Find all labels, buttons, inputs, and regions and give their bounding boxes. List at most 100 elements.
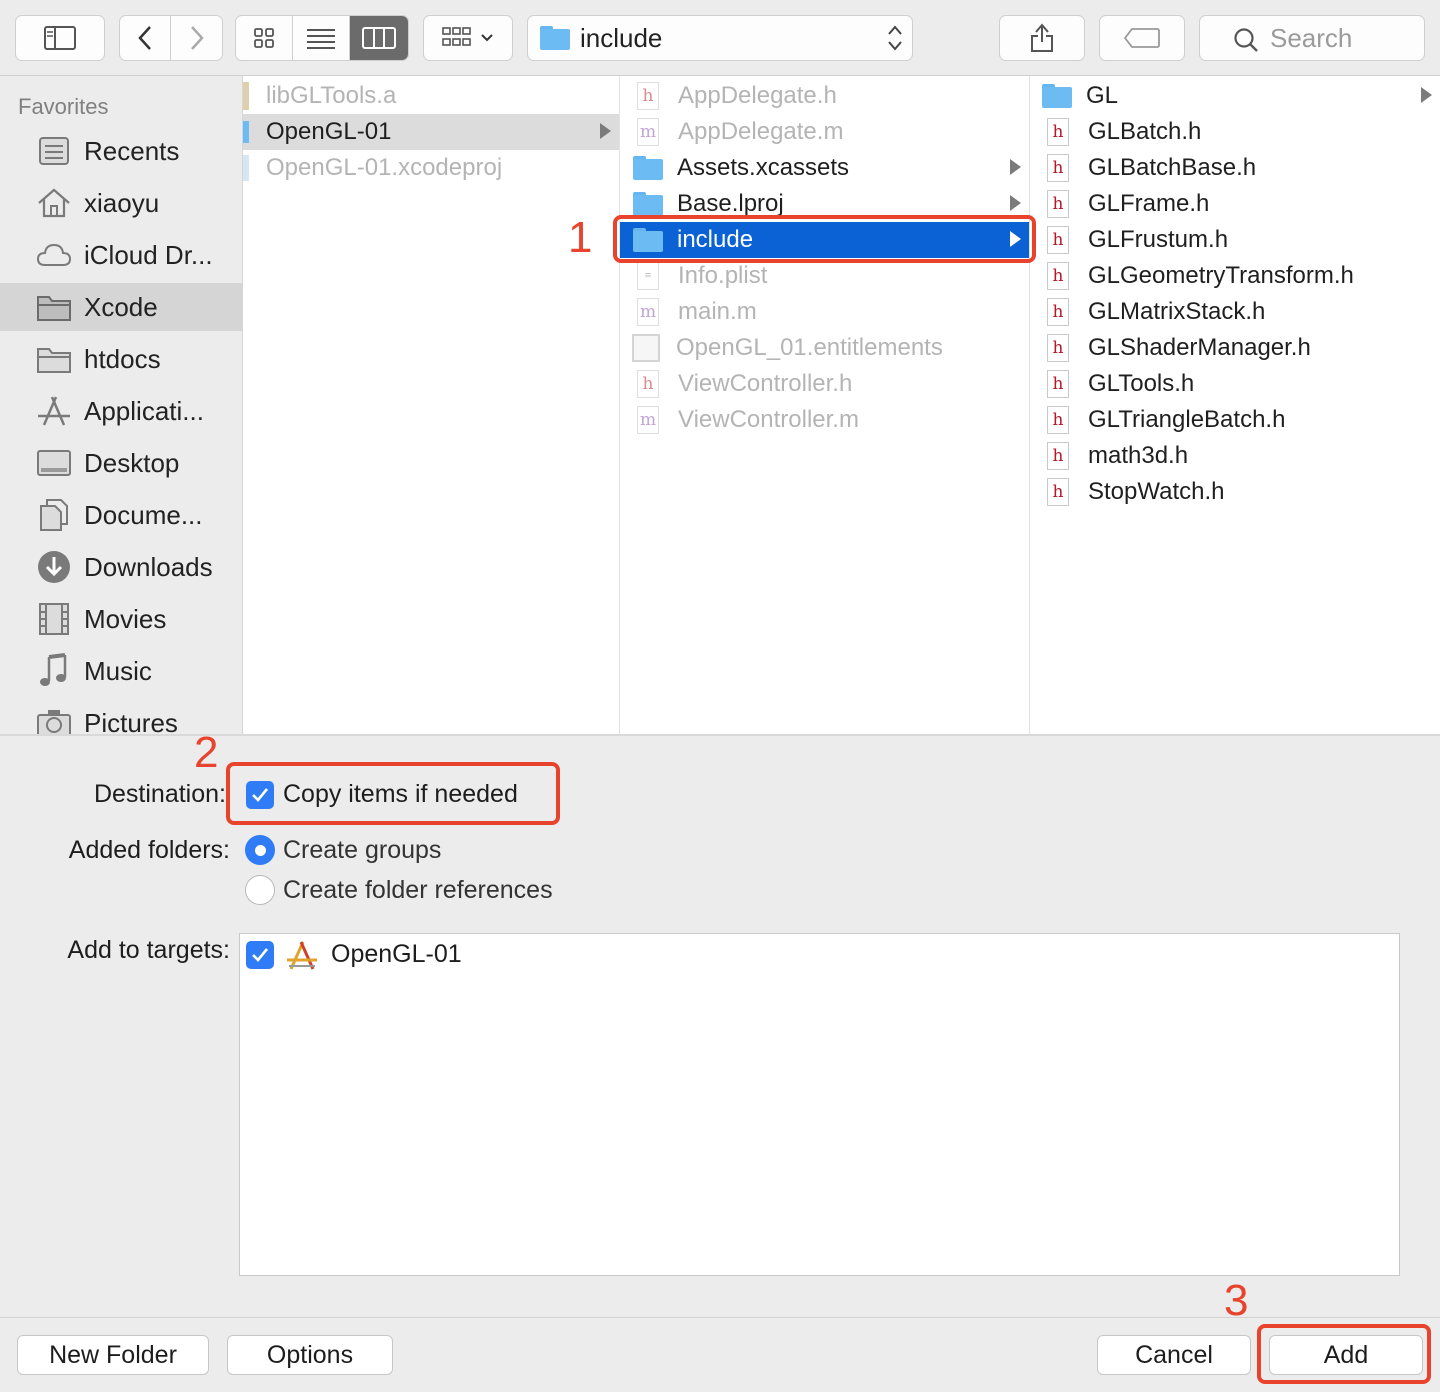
list-item[interactable]: GL <box>1030 78 1440 114</box>
grid-icon <box>254 28 275 48</box>
sidebar-item-label: Pictures <box>84 707 178 735</box>
tag-button[interactable] <box>1099 15 1185 61</box>
column-browser: libGLTools.a OpenGL-01 OpenGL-01.xcodepr… <box>243 76 1440 734</box>
header-file-icon: h <box>1044 261 1072 291</box>
header-file-icon: h <box>1044 369 1072 399</box>
sidebar-item-downloads[interactable]: Downloads <box>0 543 242 591</box>
list-item[interactable]: h AppDelegate.h <box>620 78 1029 114</box>
sidebar-icon <box>44 26 76 50</box>
sidebar-item-desktop[interactable]: Desktop <box>0 439 242 487</box>
plist-file-icon: ≡ <box>634 261 662 291</box>
sidebar-item-label: Xcode <box>84 291 158 322</box>
back-button[interactable] <box>120 16 172 60</box>
chevron-right-icon <box>190 26 204 50</box>
header-file-icon: h <box>634 81 662 111</box>
list-item[interactable]: h StopWatch.h <box>1030 474 1440 510</box>
app-target-icon <box>285 939 319 976</box>
sidebar-item-label: Applicati... <box>84 395 204 426</box>
list-item[interactable]: m ViewController.m <box>620 402 1029 438</box>
list-item[interactable]: OpenGL-01.xcodeproj <box>243 150 619 186</box>
sidebar-item-movies[interactable]: Movies <box>0 595 242 643</box>
list-item-selected[interactable]: OpenGL-01 <box>243 114 619 150</box>
header-file-icon: h <box>1044 297 1072 327</box>
sidebar-item-label: Downloads <box>84 551 213 582</box>
search-icon <box>1234 28 1258 52</box>
list-item[interactable]: h GLFrame.h <box>1030 186 1440 222</box>
list-item[interactable]: h math3d.h <box>1030 438 1440 474</box>
forward-button[interactable] <box>171 16 222 60</box>
sidebar-item-documents[interactable]: Docume... <box>0 491 242 539</box>
arrange-button[interactable] <box>423 15 513 61</box>
column-1: libGLTools.a OpenGL-01 OpenGL-01.xcodepr… <box>243 76 620 734</box>
list-item[interactable]: m main.m <box>620 294 1029 330</box>
list-item[interactable]: ≡ Info.plist <box>620 258 1029 294</box>
library-file-icon <box>243 81 251 111</box>
recents-icon <box>35 132 73 170</box>
header-file-icon: h <box>1044 117 1072 147</box>
sidebar-item-label: xiaoyu <box>84 187 160 218</box>
annotation-highlight-1 <box>613 215 1036 263</box>
create-folder-references-label[interactable]: Create folder references <box>283 876 553 905</box>
chevron-left-icon <box>138 26 151 50</box>
home-icon <box>35 184 73 222</box>
sidebar-item-label: Docume... <box>84 499 203 530</box>
checkmark-icon <box>252 948 269 962</box>
sidebar-item-xcode[interactable]: Xcode <box>0 283 242 331</box>
sidebar-item-music[interactable]: Music <box>0 647 242 695</box>
columns-icon <box>361 27 396 49</box>
sidebar-item-label: Music <box>84 655 152 686</box>
tag-icon <box>1124 28 1160 48</box>
camera-icon <box>35 704 73 734</box>
search-field[interactable]: Search <box>1199 15 1425 61</box>
icon-view-button[interactable] <box>236 16 294 60</box>
search-placeholder: Search <box>1270 22 1353 53</box>
list-item[interactable]: h GLBatchBase.h <box>1030 150 1440 186</box>
sidebar-item-recents[interactable]: Recents <box>0 127 242 175</box>
sidebar-item-icloud[interactable]: iCloud Dr... <box>0 231 242 279</box>
sidebar-item-xiaoyu[interactable]: xiaoyu <box>0 179 242 227</box>
annotation-highlight-3 <box>1257 1324 1431 1384</box>
list-item[interactable]: m AppDelegate.m <box>620 114 1029 150</box>
sidebar-item-htdocs[interactable]: htdocs <box>0 335 242 383</box>
music-icon <box>35 652 73 690</box>
list-view-button[interactable] <box>293 16 350 60</box>
list-item[interactable]: h ViewController.h <box>620 366 1029 402</box>
list-item[interactable]: h GLTriangleBatch.h <box>1030 402 1440 438</box>
list-item[interactable]: h GLShaderManager.h <box>1030 330 1440 366</box>
new-folder-button[interactable]: New Folder <box>17 1335 209 1375</box>
target-name: OpenGL-01 <box>331 940 462 968</box>
list-item[interactable]: h GLGeometryTransform.h <box>1030 258 1440 294</box>
column-2: h AppDelegate.h m AppDelegate.m Assets.x… <box>620 76 1030 734</box>
list-item[interactable]: libGLTools.a <box>243 78 619 114</box>
list-item[interactable]: h GLFrustum.h <box>1030 222 1440 258</box>
annotation-number-2: 2 <box>194 728 219 777</box>
toolbar: include Search <box>0 0 1440 76</box>
list-item[interactable]: OpenGL_01.entitlements <box>620 330 1029 366</box>
sidebar: Favorites Recents xiaoyu iCloud Dr... Xc… <box>0 76 243 734</box>
create-groups-label[interactable]: Create groups <box>283 836 441 865</box>
options-button[interactable]: Options <box>227 1335 393 1375</box>
create-folder-references-radio[interactable] <box>245 875 275 905</box>
downloads-icon <box>35 548 73 586</box>
destination-label: Destination: <box>93 780 226 808</box>
header-file-icon: h <box>1044 333 1072 363</box>
chevron-down-icon <box>481 34 493 42</box>
list-item[interactable]: h GLMatrixStack.h <box>1030 294 1440 330</box>
folder-icon <box>35 340 73 378</box>
list-item[interactable]: Assets.xcassets <box>620 150 1029 186</box>
list-item[interactable]: h GLTools.h <box>1030 366 1440 402</box>
create-groups-radio[interactable] <box>245 835 275 865</box>
cloud-icon <box>35 236 73 274</box>
list-item[interactable]: h GLBatch.h <box>1030 114 1440 150</box>
share-button[interactable] <box>999 15 1085 61</box>
path-popup[interactable]: include <box>527 15 913 61</box>
share-icon <box>1031 23 1053 52</box>
cancel-button[interactable]: Cancel <box>1097 1335 1251 1375</box>
list-icon <box>307 29 336 49</box>
column-view-button[interactable] <box>349 16 408 60</box>
updown-chevron-icon <box>878 24 912 52</box>
sidebar-toggle-button[interactable] <box>15 15 105 61</box>
folder-icon <box>35 288 73 326</box>
sidebar-item-applications[interactable]: Applicati... <box>0 387 242 435</box>
target-checkbox[interactable] <box>246 941 274 969</box>
